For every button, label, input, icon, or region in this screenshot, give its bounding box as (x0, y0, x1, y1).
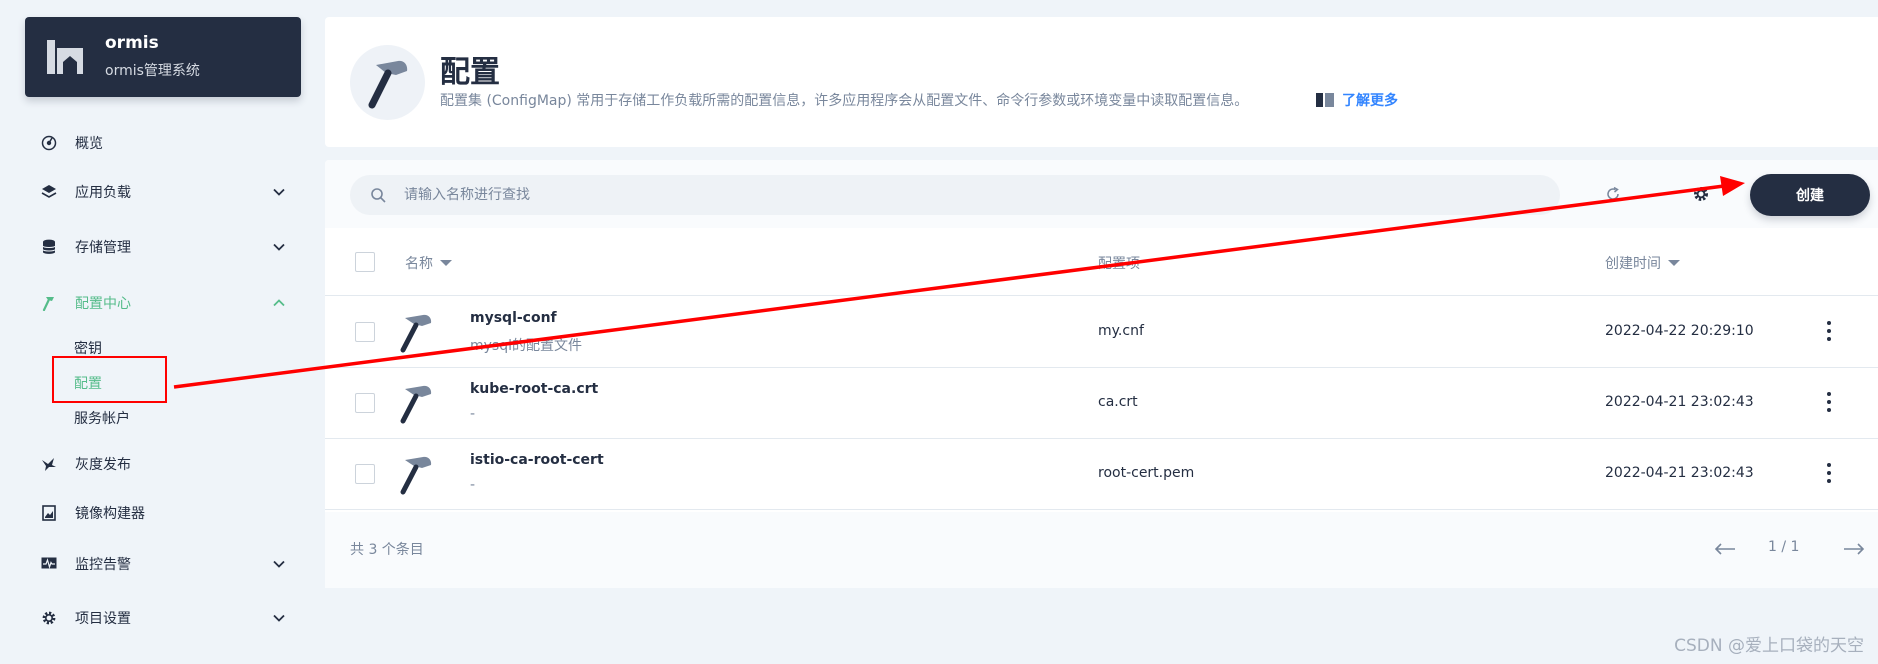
sidebar-item-monitoring[interactable]: 监控告警 (40, 549, 290, 579)
monitor-icon (40, 555, 58, 573)
total-count: 共 3 个条目 (350, 542, 424, 558)
select-all-checkbox[interactable] (355, 252, 375, 272)
table-row[interactable]: istio-ca-root-cert - root-cert.pem 2022-… (325, 439, 1878, 510)
project-description: ormis管理系统 (105, 63, 200, 79)
sidebar-item-label: 应用负载 (75, 185, 131, 201)
column-header-label: 名称 (405, 256, 433, 272)
annotation-highlight-box (52, 356, 167, 403)
page-description: 配置集 (ConfigMap) 常用于存储工作负载所需的配置信息，许多应用程序会… (440, 93, 1249, 109)
refresh-button[interactable] (1602, 183, 1624, 205)
settings-button[interactable] (1690, 183, 1712, 205)
search-input[interactable] (404, 187, 1504, 203)
row-checkbox[interactable] (355, 393, 375, 413)
hammer-icon (40, 294, 58, 312)
gear-icon (1694, 187, 1708, 201)
header-icon-badge (350, 45, 425, 120)
bird-icon (40, 455, 58, 473)
sidebar-item-workloads[interactable]: 应用负载 (40, 177, 290, 207)
configmap-items: root-cert.pem (1098, 465, 1195, 481)
dashboard-icon (40, 134, 58, 152)
configmap-description: - (470, 477, 476, 493)
sidebar-item-overview[interactable]: 概览 (40, 128, 290, 158)
configmap-created-time: 2022-04-22 20:29:10 (1605, 323, 1754, 339)
sidebar-item-label: 监控告警 (75, 557, 131, 573)
page-header: 配置 配置集 (ConfigMap) 常用于存储工作负载所需的配置信息，许多应用… (325, 17, 1878, 147)
sidebar-item-grayscale-release[interactable]: 灰度发布 (40, 449, 290, 479)
search-icon (371, 188, 386, 203)
sidebar-item-label: 项目设置 (75, 611, 131, 627)
sort-caret-icon (1668, 260, 1680, 266)
column-header-config-items: 配置项 (1098, 253, 1140, 273)
chevron-down-icon (273, 614, 285, 622)
configmap-hammer-icon (400, 456, 432, 495)
configmap-hammer-icon (400, 385, 432, 424)
table-row[interactable]: mysql-conf mysql的配置文件 my.cnf 2022-04-22 … (325, 297, 1878, 368)
table-row[interactable]: kube-root-ca.crt - ca.crt 2022-04-21 23:… (325, 368, 1878, 439)
configmap-description: - (470, 406, 476, 422)
column-header-label: 创建时间 (1605, 256, 1661, 272)
configmap-table-card: 创建 名称 配置项 创建时间 mysql-conf mysql的配置文件 my.… (325, 160, 1878, 588)
watermark: CSDN @爱上口袋的天空 (1674, 636, 1864, 656)
sidebar-item-label: 存储管理 (75, 240, 131, 256)
configmap-name-link[interactable]: kube-root-ca.crt (470, 381, 598, 397)
layers-icon (40, 183, 58, 201)
column-header-name[interactable]: 名称 (405, 253, 452, 273)
configmap-name-link[interactable]: mysql-conf (470, 310, 557, 326)
more-actions-button[interactable] (1822, 319, 1836, 343)
project-icon (47, 40, 83, 74)
configmap-items: my.cnf (1098, 323, 1144, 339)
chevron-down-icon (273, 560, 285, 568)
hammer-icon (368, 60, 408, 109)
book-icon (1316, 93, 1334, 107)
refresh-icon (1607, 186, 1619, 200)
sidebar-item-label: 镜像构建器 (75, 506, 145, 522)
sidebar-sub-item-secrets[interactable]: 密钥 (74, 338, 102, 358)
page-title: 配置 (440, 55, 500, 90)
sidebar-item-config-center[interactable]: 配置中心 (40, 288, 290, 318)
search-bar[interactable] (350, 175, 1560, 215)
project-card[interactable]: ormis ormis管理系统 (25, 17, 301, 97)
row-checkbox[interactable] (355, 464, 375, 484)
column-header-created-time[interactable]: 创建时间 (1605, 253, 1680, 273)
configmap-hammer-icon (400, 314, 432, 353)
learn-more-link[interactable]: 了解更多 (1315, 90, 1398, 110)
configmap-created-time: 2022-04-21 23:02:43 (1605, 465, 1754, 481)
table-header: 名称 配置项 创建时间 (325, 228, 1878, 296)
arrow-left-icon[interactable] (1713, 540, 1737, 558)
table-footer: 共 3 个条目 1 / 1 (325, 512, 1878, 588)
arrow-right-icon[interactable] (1842, 540, 1866, 558)
database-icon (40, 238, 58, 256)
chevron-down-icon (273, 243, 285, 251)
sort-caret-icon (440, 260, 452, 266)
sidebar-item-label: 灰度发布 (75, 457, 131, 473)
sidebar-item-image-builder[interactable]: 镜像构建器 (40, 498, 290, 528)
toolbar: 创建 (325, 160, 1878, 228)
column-header-label: 配置项 (1098, 256, 1140, 272)
chevron-down-icon (273, 188, 285, 196)
more-actions-button[interactable] (1822, 390, 1836, 414)
page-indicator: 1 / 1 (1768, 539, 1800, 555)
configmap-created-time: 2022-04-21 23:02:43 (1605, 394, 1754, 410)
configmap-description: mysql的配置文件 (470, 338, 582, 354)
configmap-name-link[interactable]: istio-ca-root-cert (470, 452, 604, 468)
sidebar-sub-item-service-accounts[interactable]: 服务帐户 (74, 408, 130, 428)
sidebar: ormis ormis管理系统 概览 应用负载 存储管理 配置中心 密钥 配置 … (0, 0, 320, 664)
configmap-items: ca.crt (1098, 394, 1138, 410)
sidebar-item-project-settings[interactable]: 项目设置 (40, 603, 290, 633)
gear-icon (40, 609, 58, 627)
chevron-up-icon (273, 299, 285, 307)
image-builder-icon (40, 504, 58, 522)
project-name: ormis (105, 33, 159, 53)
sidebar-item-label: 配置中心 (75, 296, 131, 312)
create-button[interactable]: 创建 (1750, 174, 1870, 216)
sidebar-item-label: 概览 (75, 136, 103, 152)
row-checkbox[interactable] (355, 322, 375, 342)
sidebar-item-storage[interactable]: 存储管理 (40, 232, 290, 262)
more-actions-button[interactable] (1822, 461, 1836, 485)
learn-more-label: 了解更多 (1342, 93, 1398, 109)
